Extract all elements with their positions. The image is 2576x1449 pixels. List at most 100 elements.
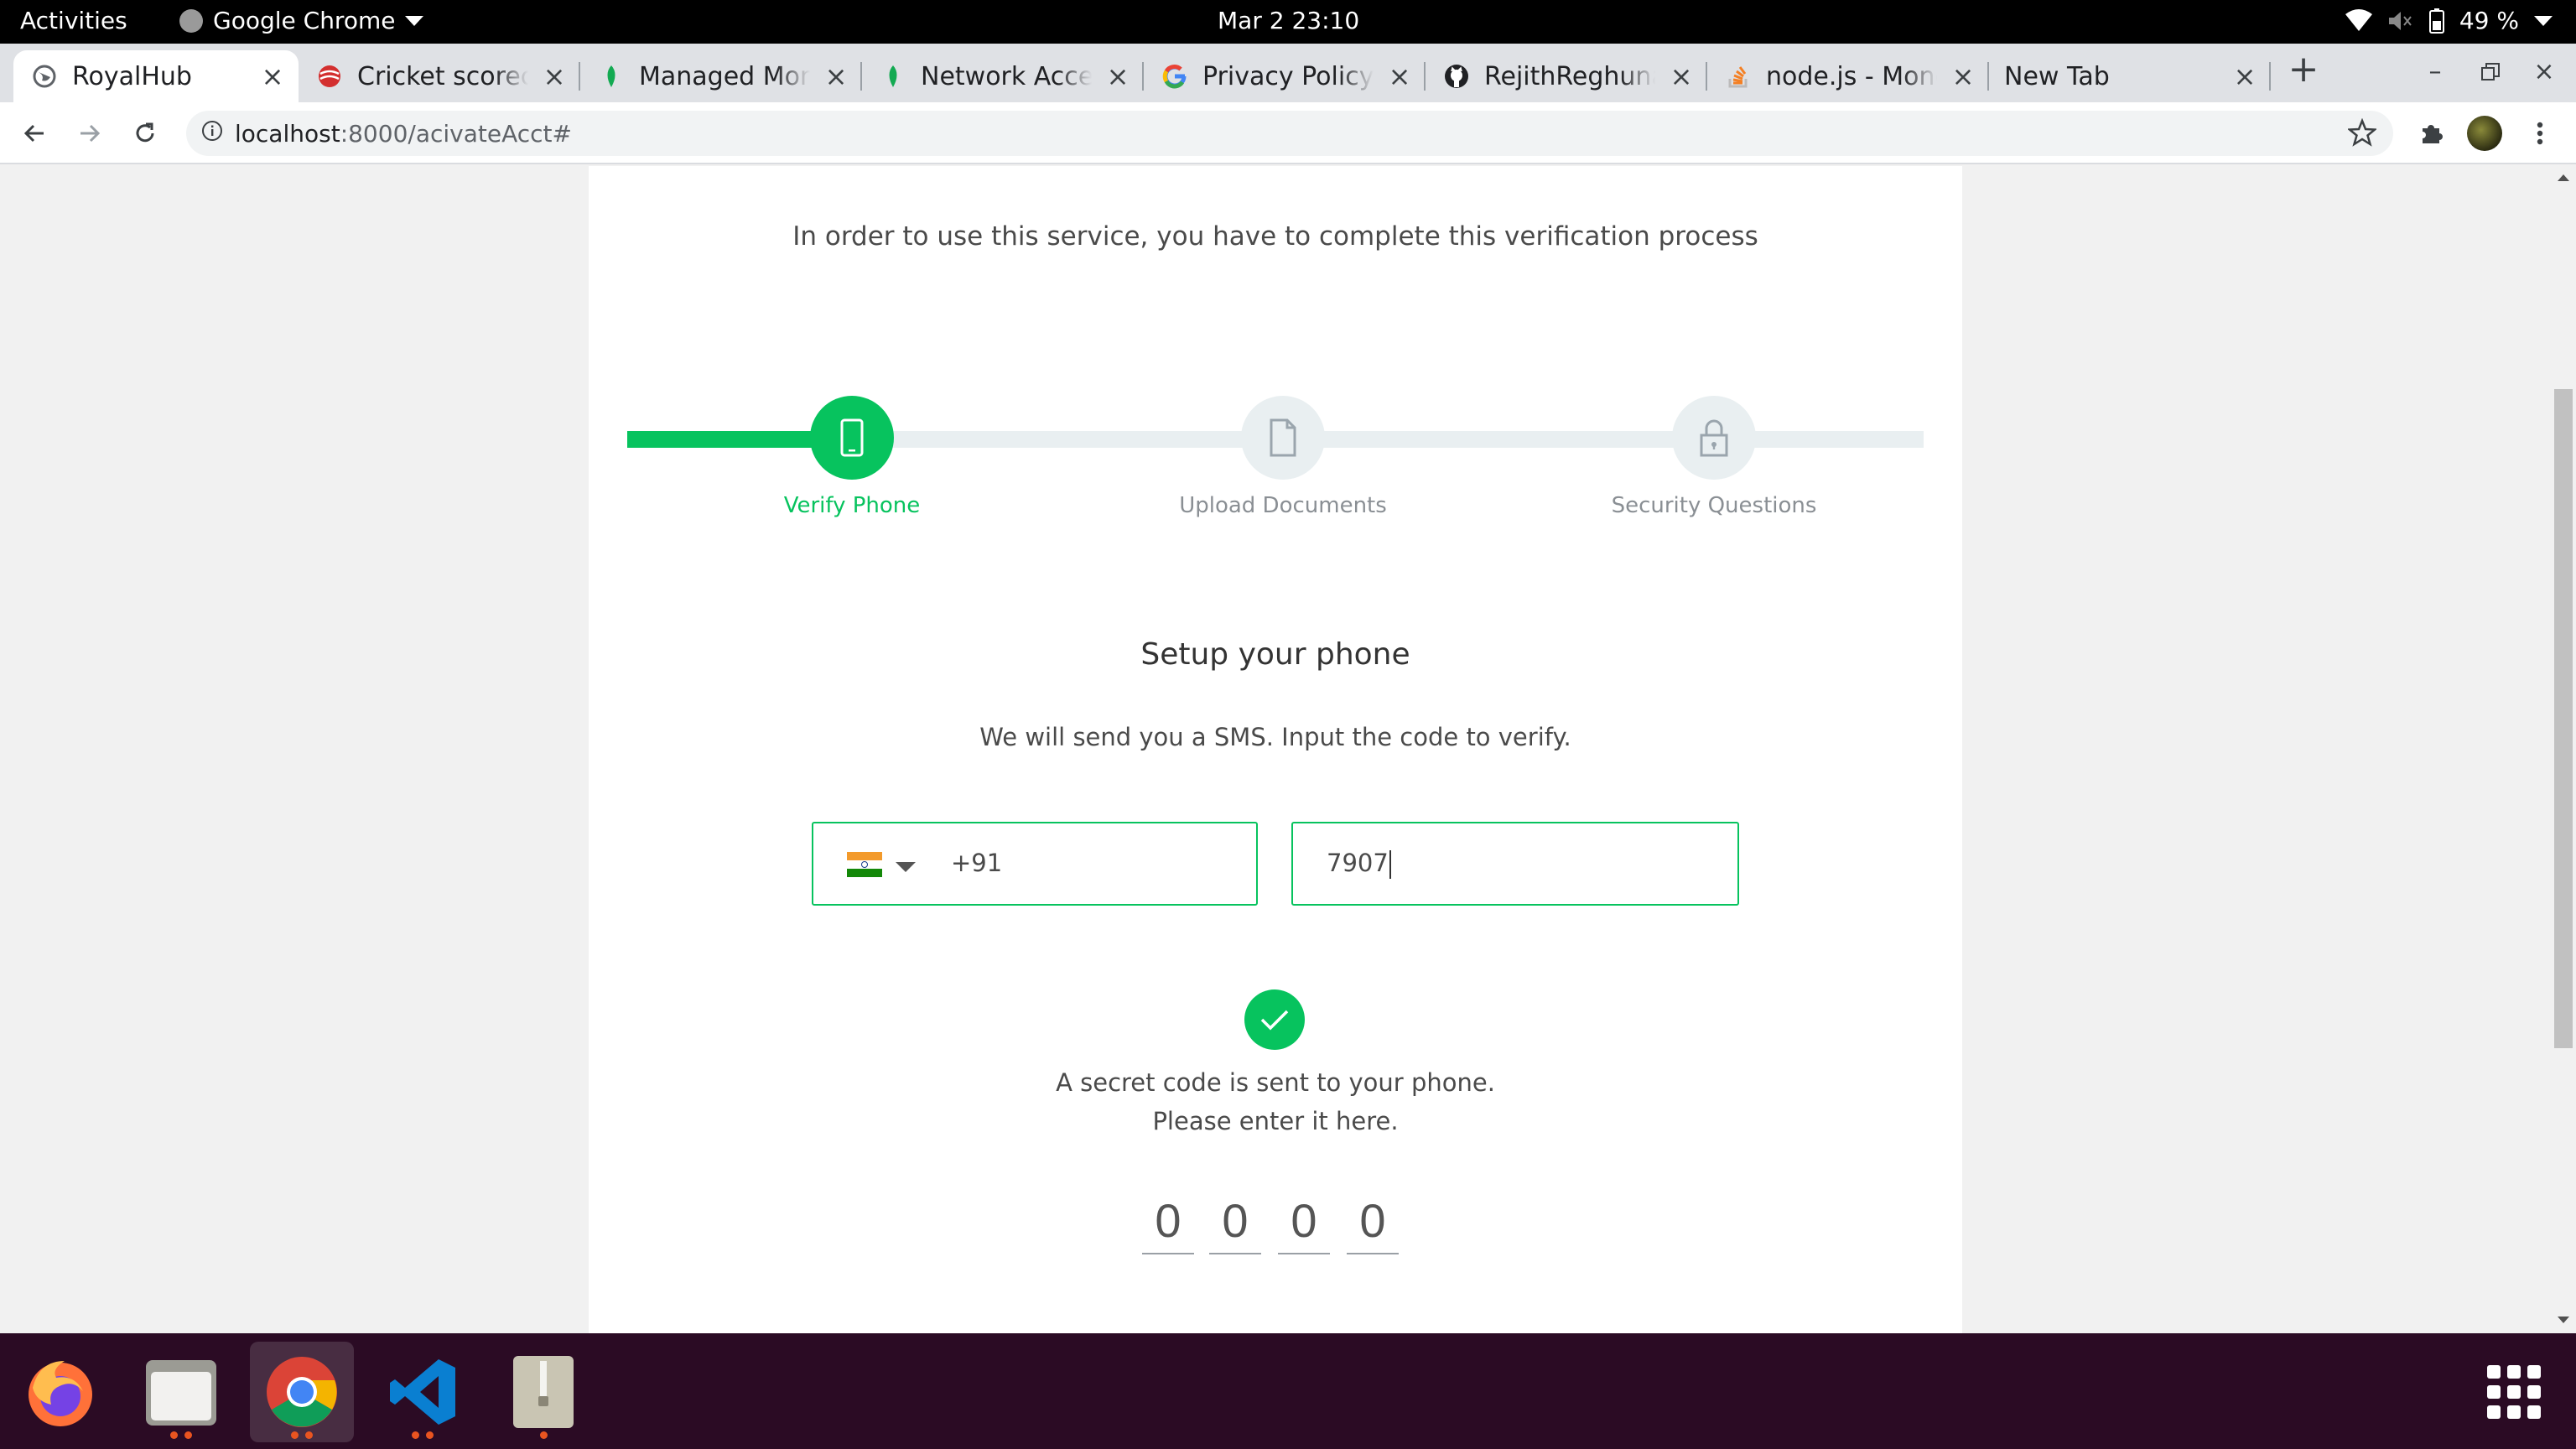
arrow-left-icon xyxy=(23,124,44,143)
url-path: :8000/acivateAcct# xyxy=(340,119,572,148)
running-indicator xyxy=(491,1431,595,1439)
bookmark-star-icon[interactable] xyxy=(2346,117,2378,153)
document-icon xyxy=(1270,418,1296,457)
minimize-icon[interactable]: – xyxy=(2418,55,2452,89)
restore-icon[interactable] xyxy=(2474,55,2507,89)
lock-icon xyxy=(1700,419,1728,457)
setup-subtitle: We will send you a SMS. Input the code t… xyxy=(979,723,1571,751)
vscode-icon xyxy=(390,1359,455,1425)
tab-cricket[interactable]: Cricket scoreca × xyxy=(299,50,580,102)
back-button[interactable] xyxy=(15,114,54,153)
tab-privacy-policy[interactable]: Privacy Policy - × xyxy=(1144,50,1426,102)
close-icon[interactable]: × xyxy=(258,62,287,91)
running-indicator xyxy=(250,1431,354,1439)
avatar xyxy=(2467,116,2502,151)
firefox-icon xyxy=(29,1361,92,1426)
info-icon[interactable] xyxy=(201,120,223,148)
app-menu[interactable]: Google Chrome xyxy=(179,7,424,34)
reload-button[interactable] xyxy=(126,114,164,153)
archive-icon xyxy=(513,1356,574,1428)
step-label-upload-documents: Upload Documents xyxy=(1179,493,1387,518)
close-icon[interactable]: × xyxy=(2231,62,2259,91)
tab-title: New Tab xyxy=(2004,61,2110,91)
chevron-down-icon xyxy=(896,862,916,872)
tab-stackoverflow[interactable]: node.js - Mong × xyxy=(1707,50,1989,102)
stackoverflow-icon xyxy=(1726,64,1751,89)
verification-card: In order to use this service, you have t… xyxy=(589,166,1962,1333)
tab-title: Network Acces xyxy=(921,61,1092,91)
dock xyxy=(0,1333,2576,1449)
chevron-down-icon xyxy=(2534,15,2553,26)
volume-muted-icon xyxy=(2388,11,2412,30)
check-icon xyxy=(1244,989,1305,1050)
step-security-questions[interactable] xyxy=(1672,396,1756,480)
close-icon[interactable]: × xyxy=(1949,62,1977,91)
system-top-bar: Activities Google Chrome Mar 2 23:10 49 … xyxy=(0,0,2576,44)
running-indicator xyxy=(371,1431,475,1439)
dock-archive-manager[interactable] xyxy=(491,1342,595,1442)
show-applications-grid-icon[interactable] xyxy=(2487,1365,2541,1419)
mongodb-leaf-icon xyxy=(599,64,624,89)
tab-managed-mongo[interactable]: Managed Mong × xyxy=(580,50,862,102)
tab-separator xyxy=(2269,62,2271,91)
browser-toolbar: localhost:8000/acivateAcct# xyxy=(0,102,2576,164)
phone-number-value: 7907 xyxy=(1327,849,1389,877)
app-menu-label: Google Chrome xyxy=(213,7,396,34)
otp-digit-3[interactable]: 0 xyxy=(1278,1196,1330,1254)
running-indicator xyxy=(129,1431,233,1439)
chevron-down-icon xyxy=(405,15,424,26)
setup-title: Setup your phone xyxy=(1140,637,1410,672)
tab-royalhub[interactable]: RoyalHub × xyxy=(13,50,299,102)
phone-number-input[interactable]: 7907 xyxy=(1291,822,1739,906)
scroll-up-arrow[interactable] xyxy=(2558,174,2569,181)
tab-network-access[interactable]: Network Acces × xyxy=(862,50,1144,102)
url-host: localhost xyxy=(235,119,340,148)
tab-title: Cricket scoreca xyxy=(357,61,528,91)
dock-firefox[interactable] xyxy=(8,1342,112,1442)
address-bar[interactable]: localhost:8000/acivateAcct# xyxy=(186,111,2393,156)
step-upload-documents[interactable] xyxy=(1241,396,1325,480)
dock-chrome[interactable] xyxy=(250,1342,354,1442)
tab-title: Managed Mong xyxy=(639,61,810,91)
clock[interactable]: Mar 2 23:10 xyxy=(1218,7,1359,34)
tab-title: Privacy Policy - xyxy=(1202,61,1374,91)
step-verify-phone[interactable] xyxy=(810,396,894,480)
tab-title: RoyalHub xyxy=(72,61,192,91)
close-icon[interactable]: × xyxy=(1385,62,1414,91)
code-sent-message: A secret code is sent to your phone. xyxy=(1056,1068,1495,1097)
mongodb-leaf-icon xyxy=(880,64,906,89)
text-cursor xyxy=(1389,850,1391,879)
battery-icon xyxy=(2428,8,2444,34)
otp-digit-1[interactable]: 0 xyxy=(1142,1196,1194,1254)
google-icon xyxy=(1162,64,1187,89)
close-icon[interactable]: × xyxy=(1667,62,1696,91)
dock-vscode[interactable] xyxy=(371,1342,475,1442)
close-window-icon[interactable]: × xyxy=(2527,55,2561,89)
otp-digit-2[interactable]: 0 xyxy=(1209,1196,1261,1254)
dock-files[interactable] xyxy=(129,1342,233,1442)
activities-button[interactable]: Activities xyxy=(20,7,127,34)
scrollbar-thumb[interactable] xyxy=(2554,389,2573,1048)
close-icon[interactable]: × xyxy=(1104,62,1132,91)
profile-avatar[interactable] xyxy=(2465,114,2504,153)
code-enter-prompt: Please enter it here. xyxy=(1152,1107,1399,1135)
chrome-icon xyxy=(267,1357,337,1427)
otp-digit-4[interactable]: 0 xyxy=(1347,1196,1399,1254)
tab-new-tab[interactable]: New Tab × xyxy=(1989,50,2271,102)
extensions-puzzle-icon[interactable] xyxy=(2412,114,2450,153)
close-icon[interactable]: × xyxy=(822,62,850,91)
scrollbar[interactable] xyxy=(2551,166,2576,1333)
tab-github[interactable]: RejithReghunat × xyxy=(1426,50,1707,102)
forward-button[interactable] xyxy=(70,114,109,153)
page-viewport: In order to use this service, you have t… xyxy=(0,166,2576,1333)
new-tab-button[interactable]: + xyxy=(2284,50,2323,89)
close-icon[interactable]: × xyxy=(540,62,569,91)
chrome-menu-icon[interactable] xyxy=(2521,114,2559,153)
battery-percent: 49 % xyxy=(2459,7,2519,34)
scroll-down-arrow[interactable] xyxy=(2558,1317,2569,1323)
step-label-verify-phone: Verify Phone xyxy=(783,493,921,518)
system-tray[interactable]: 49 % xyxy=(2345,7,2553,34)
globe-icon xyxy=(32,64,57,89)
cricket-icon xyxy=(317,64,342,89)
country-code-select[interactable]: +91 xyxy=(812,822,1258,906)
